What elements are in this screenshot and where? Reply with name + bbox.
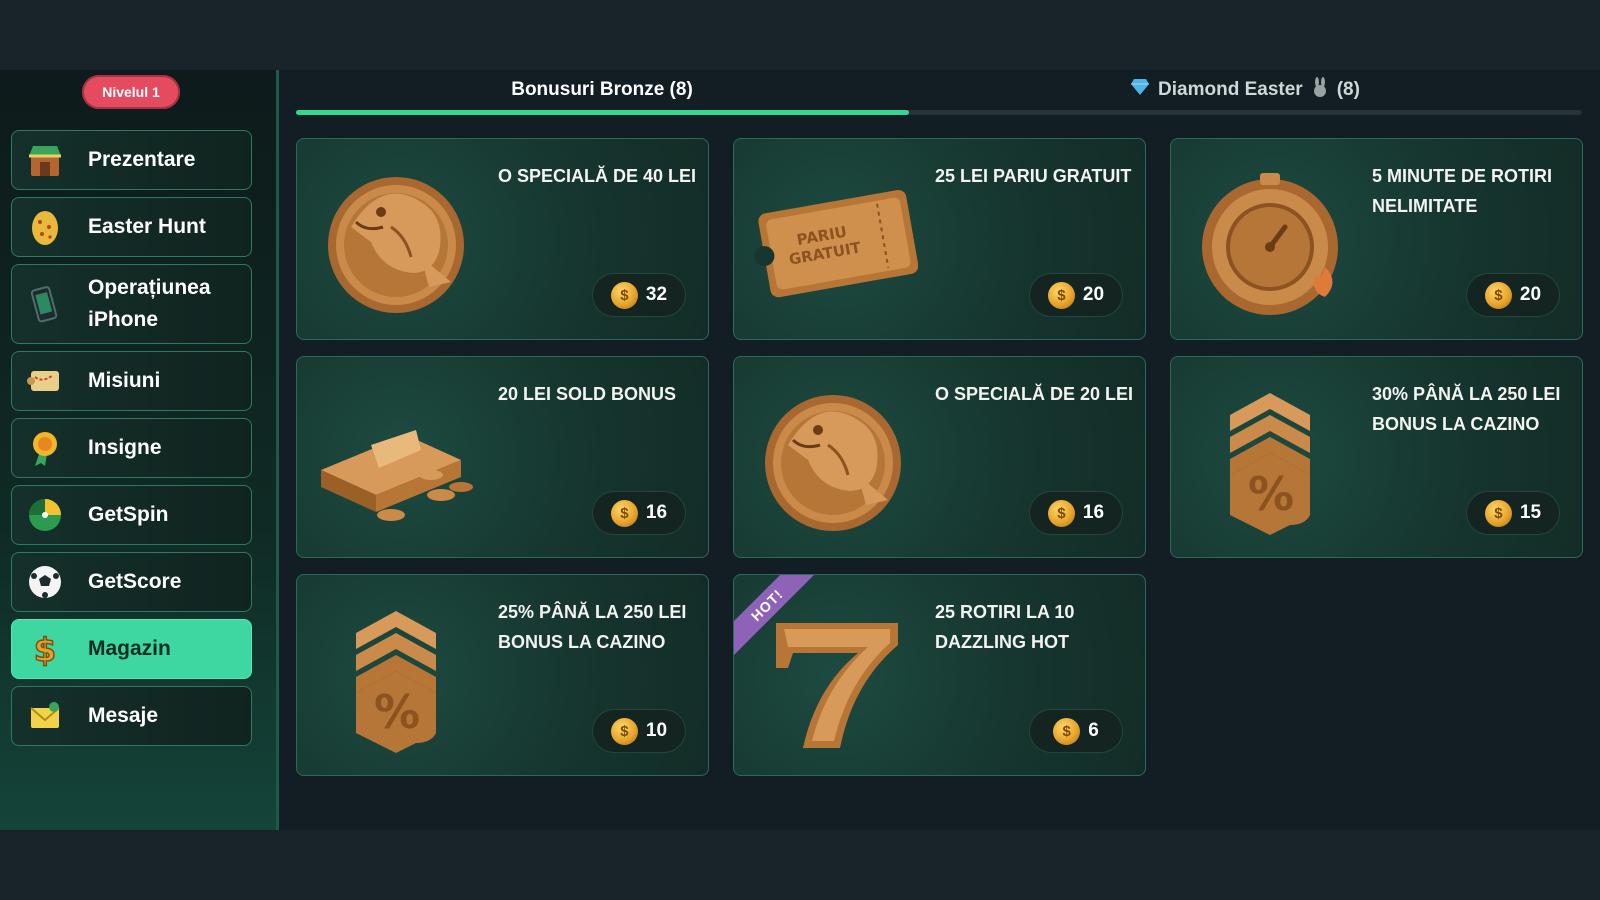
product-title: O SPECIALĂ DE 40 LEI bbox=[498, 166, 697, 186]
app-frame: Nivelul 1 Prezentare Easter Hunt Operați… bbox=[0, 70, 1600, 830]
price-button[interactable]: $ 16 bbox=[1029, 491, 1123, 535]
svg-text:$: $ bbox=[34, 631, 56, 669]
sidebar-item-label: Prezentare bbox=[88, 148, 196, 171]
lucky-seven-icon bbox=[748, 593, 918, 758]
fish-medallion-icon bbox=[748, 375, 918, 540]
coin-icon: $ bbox=[1484, 499, 1512, 527]
tab-active-indicator bbox=[296, 110, 909, 115]
tab-count: (8) bbox=[1336, 79, 1360, 100]
price-button[interactable]: $ 20 bbox=[1466, 273, 1560, 317]
sidebar-item-label: Insigne bbox=[88, 436, 162, 459]
shop-tabs: Bonusuri Bronze (8) Diamond Easter (8) bbox=[296, 70, 1582, 120]
sidebar-item-label: Easter Hunt bbox=[88, 215, 206, 238]
price-button[interactable]: $ 32 bbox=[592, 273, 686, 317]
bunny-icon bbox=[1311, 77, 1329, 103]
ticket-icon: PARIUGRATUIT bbox=[748, 157, 919, 322]
soccer-ball-icon bbox=[24, 561, 66, 603]
product-card[interactable]: % 30% PÂNĂ LA 250 LEI BONUS LA CAZINO $ … bbox=[1170, 356, 1583, 558]
tab-label: Bonusuri Bronze (8) bbox=[511, 79, 693, 100]
product-title: 25 LEI PARIU GRATUIT bbox=[935, 166, 1132, 186]
sidebar-item-label: GetSpin bbox=[88, 503, 169, 526]
map-scroll-icon bbox=[24, 360, 66, 402]
product-card[interactable]: O SPECIALĂ DE 20 LEI $ 16 bbox=[733, 356, 1146, 558]
coin-icon: $ bbox=[610, 499, 638, 527]
product-card[interactable]: HOT! 25 ROTIRI LA 10 DAZZLING HOT $ 6 bbox=[733, 574, 1146, 776]
price-button[interactable]: $ 10 bbox=[592, 709, 686, 753]
medal-icon bbox=[24, 427, 66, 469]
envelope-icon bbox=[24, 695, 66, 737]
price-value: 32 bbox=[645, 284, 668, 305]
product-card[interactable]: O SPECIALĂ DE 40 LEI $ 32 bbox=[296, 138, 709, 340]
stopwatch-icon bbox=[1185, 157, 1355, 322]
svg-text:%: % bbox=[1248, 467, 1294, 521]
sidebar-item-label: Operațiunea iPhone bbox=[88, 276, 211, 331]
sidebar-item-easter-hunt[interactable]: Easter Hunt bbox=[11, 197, 252, 257]
easter-egg-icon bbox=[24, 206, 66, 248]
fish-medallion-icon bbox=[311, 157, 481, 322]
product-title: 20 LEI SOLD BONUS bbox=[498, 384, 677, 404]
sidebar: Nivelul 1 Prezentare Easter Hunt Operați… bbox=[0, 70, 279, 830]
price-value: 16 bbox=[1082, 502, 1105, 523]
dollar-icon: $ bbox=[24, 628, 66, 670]
coin-icon: $ bbox=[1484, 281, 1512, 309]
diamond-icon bbox=[1130, 78, 1150, 102]
sidebar-item-mesaje[interactable]: Mesaje bbox=[11, 686, 252, 746]
product-card[interactable]: 20 LEI SOLD BONUS $ 16 bbox=[296, 356, 709, 558]
price-value: 20 bbox=[1082, 284, 1105, 305]
product-title: 30% PÂNĂ LA 250 LEI BONUS LA CAZINO bbox=[1372, 384, 1561, 434]
price-value: 20 bbox=[1519, 284, 1542, 305]
phone-icon bbox=[24, 283, 66, 325]
sidebar-item-label: GetScore bbox=[88, 570, 182, 593]
price-button[interactable]: $ 6 bbox=[1029, 709, 1123, 753]
product-title: 25 ROTIRI LA 10 DAZZLING HOT bbox=[935, 602, 1075, 652]
price-value: 6 bbox=[1088, 720, 1099, 741]
svg-text:%: % bbox=[374, 685, 420, 739]
price-button[interactable]: $ 16 bbox=[592, 491, 686, 535]
product-card[interactable]: PARIUGRATUIT 25 LEI PARIU GRATUIT $ 20 bbox=[733, 138, 1146, 340]
price-button[interactable]: $ 15 bbox=[1466, 491, 1560, 535]
tab-bonusuri-bronze[interactable]: Bonusuri Bronze (8) bbox=[296, 70, 908, 110]
level-badge: Nivelul 1 bbox=[82, 75, 180, 109]
sidebar-item-insigne[interactable]: Insigne bbox=[11, 418, 252, 478]
product-title: 5 MINUTE DE ROTIRI NELIMITATE bbox=[1372, 166, 1553, 216]
cash-stack-icon bbox=[311, 375, 481, 540]
sidebar-item-misiuni[interactable]: Misiuni bbox=[11, 351, 252, 411]
coin-icon: $ bbox=[1053, 717, 1081, 745]
price-value: 16 bbox=[645, 502, 668, 523]
coin-icon: $ bbox=[610, 281, 638, 309]
price-value: 15 bbox=[1519, 502, 1542, 523]
shop-stall-icon bbox=[24, 139, 66, 181]
sidebar-item-magazin[interactable]: $ Magazin bbox=[11, 619, 252, 679]
price-button[interactable]: $ 20 bbox=[1029, 273, 1123, 317]
product-title: O SPECIALĂ DE 20 LEI bbox=[935, 384, 1134, 404]
sidebar-nav: Prezentare Easter Hunt Operațiunea iPhon… bbox=[11, 130, 252, 753]
tab-label: Diamond Easter bbox=[1158, 79, 1303, 100]
sidebar-item-label: Misiuni bbox=[88, 369, 161, 392]
price-value: 10 bbox=[645, 720, 668, 741]
sidebar-item-operatiunea-iphone[interactable]: Operațiunea iPhone bbox=[11, 264, 252, 344]
spin-wheel-icon bbox=[24, 494, 66, 536]
product-card[interactable]: 5 MINUTE DE ROTIRI NELIMITATE $ 20 bbox=[1170, 138, 1583, 340]
sidebar-item-label: Magazin bbox=[88, 637, 171, 660]
coin-icon: $ bbox=[1047, 499, 1075, 527]
product-title: 25% PÂNĂ LA 250 LEI BONUS LA CAZINO bbox=[498, 602, 687, 652]
coin-icon: $ bbox=[1047, 281, 1075, 309]
sidebar-item-getscore[interactable]: GetScore bbox=[11, 552, 252, 612]
percent-chevrons-icon: % bbox=[1185, 375, 1355, 540]
sidebar-item-prezentare[interactable]: Prezentare bbox=[11, 130, 252, 190]
sidebar-item-getspin[interactable]: GetSpin bbox=[11, 485, 252, 545]
sidebar-item-label: Mesaje bbox=[88, 704, 159, 727]
percent-chevrons-icon: % bbox=[311, 593, 481, 758]
tab-diamond-easter[interactable]: Diamond Easter (8) bbox=[908, 70, 1582, 110]
coin-icon: $ bbox=[610, 717, 638, 745]
product-card[interactable]: % 25% PÂNĂ LA 250 LEI BONUS LA CAZINO $ … bbox=[296, 574, 709, 776]
